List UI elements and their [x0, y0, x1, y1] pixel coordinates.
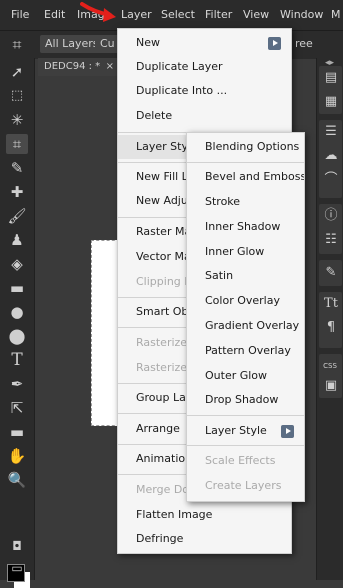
shape-tool-icon[interactable]: ▬ — [6, 422, 28, 442]
magic-wand-tool-icon[interactable]: ✳ — [6, 110, 28, 130]
character-icon[interactable]: Tt — [323, 296, 339, 312]
quick-mask-icon[interactable]: ◘ — [6, 536, 28, 556]
properties-icon[interactable]: ☷ — [323, 232, 339, 248]
submenu-item-create-layers[interactable]: Create Layers — [187, 474, 304, 498]
menu-more[interactable]: M — [331, 8, 341, 21]
stamp-tool-icon[interactable]: ♟ — [6, 230, 28, 250]
menu-item-duplicate-into[interactable]: Duplicate Into ... — [118, 79, 291, 103]
panel-group-brush: ✎ — [319, 260, 342, 286]
submenu-item-scale-effects[interactable]: Scale Effects — [187, 449, 304, 473]
right-panel: ◂▸ ▤ ▦ ☰ ☁ ⌒ ⓘ ☷ ✎ Tt ¶ CSS ▣ — [316, 58, 343, 580]
panel-group-layers: ☰ ☁ ⌒ — [319, 120, 342, 198]
screen-mode-icon[interactable]: ▭ — [6, 558, 28, 578]
gradient-tool-icon[interactable]: ▬ — [6, 278, 28, 298]
menu-item-duplicate-layer[interactable]: Duplicate Layer — [118, 55, 291, 79]
menu-separator — [187, 162, 304, 163]
menu-view[interactable]: View — [243, 8, 269, 21]
menu-item-label: New — [136, 36, 160, 49]
image-icon[interactable]: ▣ — [323, 378, 339, 394]
submenu-arrow-icon — [281, 425, 294, 438]
submenu-item-layer-style[interactable]: Layer Style — [187, 419, 304, 443]
crop-tool-icon[interactable]: ⌗ — [8, 36, 26, 54]
css-icon[interactable]: CSS — [321, 358, 339, 374]
paragraph-icon[interactable]: ¶ — [323, 320, 339, 336]
menu-item-label: Layer Style — [205, 424, 267, 437]
hand-tool-icon[interactable]: ✋ — [6, 446, 28, 466]
history-icon[interactable]: ▤ — [323, 70, 339, 86]
paths-icon[interactable]: ⌒ — [323, 172, 339, 188]
pen-tool-icon[interactable]: ✒ — [6, 374, 28, 394]
document-canvas[interactable] — [91, 240, 120, 426]
swatches-icon[interactable]: ▦ — [323, 94, 339, 110]
submenu-item-blending-options[interactable]: Blending Options — [187, 135, 304, 159]
panel-group-info: ⓘ ☷ — [319, 204, 342, 254]
panel-group-css: CSS ▣ — [319, 354, 342, 398]
document-tab[interactable]: DEDC94 : * × — [38, 58, 118, 76]
document-tab-label: DEDC94 : * — [44, 61, 101, 72]
eyedropper-tool-icon[interactable]: ✎ — [6, 158, 28, 178]
marquee-tool-icon[interactable]: ⬚ — [6, 86, 28, 106]
menu-item-defringe[interactable]: Defringe — [118, 527, 291, 551]
submenu-arrow-icon — [268, 37, 281, 50]
blur-tool-icon[interactable]: ● — [6, 302, 28, 322]
type-tool-icon[interactable]: T — [6, 350, 28, 370]
healing-brush-tool-icon[interactable]: ✚ — [6, 182, 28, 202]
move-tool-icon[interactable]: ➚ — [6, 62, 28, 82]
close-icon[interactable]: × — [106, 58, 114, 76]
menu-filter[interactable]: Filter — [205, 8, 232, 21]
menu-separator — [187, 445, 304, 446]
panel-group-history: ▤ ▦ — [319, 66, 342, 114]
menu-item-delete[interactable]: Delete — [118, 104, 291, 128]
menu-select[interactable]: Select — [161, 8, 195, 21]
crop-tool-icon[interactable]: ⌗ — [6, 134, 28, 154]
submenu-item-outer-glow[interactable]: Outer Glow — [187, 364, 304, 388]
option-cu[interactable]: Cu — [95, 35, 120, 53]
dodge-tool-icon[interactable]: ⬤ — [6, 326, 28, 346]
menu-file[interactable]: File — [11, 8, 29, 21]
submenu-item-stroke[interactable]: Stroke — [187, 190, 304, 214]
menu-window[interactable]: Window — [280, 8, 323, 21]
all-layers-toggle[interactable]: All Layers — [40, 35, 104, 53]
submenu-item-drop-shadow[interactable]: Drop Shadow — [187, 388, 304, 412]
submenu-item-inner-glow[interactable]: Inner Glow — [187, 240, 304, 264]
menu-layer[interactable]: Layer — [121, 8, 152, 21]
menu-separator — [187, 415, 304, 416]
layers-icon[interactable]: ☰ — [323, 124, 339, 140]
zoom-tool-icon[interactable]: 🔍 — [6, 470, 28, 490]
annotation-arrow-icon — [80, 2, 116, 22]
panel-group-type: Tt ¶ — [319, 292, 342, 348]
submenu-item-satin[interactable]: Satin — [187, 264, 304, 288]
tool-panel: ➚ ⬚ ✳ ⌗ ✎ ✚ 🖌 ♟ ◈ ▬ ● ⬤ T ✒ ⇱ ▬ ✋ 🔍 ◘ ▭ — [0, 58, 35, 588]
menu-bar: File Edit Image Layer Select Filter View… — [0, 0, 343, 30]
channels-icon[interactable]: ☁ — [323, 148, 339, 164]
layer-style-submenu: Blending Options Bevel and Emboss Stroke… — [186, 132, 305, 502]
menu-edit[interactable]: Edit — [44, 8, 65, 21]
submenu-item-pattern-overlay[interactable]: Pattern Overlay — [187, 339, 304, 363]
menu-item-new[interactable]: New — [118, 31, 291, 55]
brush-tool-icon[interactable]: 🖌 — [6, 206, 28, 226]
path-select-tool-icon[interactable]: ⇱ — [6, 398, 28, 418]
submenu-item-gradient-overlay[interactable]: Gradient Overlay — [187, 314, 304, 338]
menu-item-flatten-image[interactable]: Flatten Image — [118, 503, 291, 527]
submenu-item-bevel-emboss[interactable]: Bevel and Emboss — [187, 165, 304, 189]
option-free[interactable]: ree — [290, 35, 318, 53]
brush-settings-icon[interactable]: ✎ — [323, 265, 339, 281]
submenu-item-inner-shadow[interactable]: Inner Shadow — [187, 215, 304, 239]
info-icon[interactable]: ⓘ — [323, 208, 339, 224]
eraser-tool-icon[interactable]: ◈ — [6, 254, 28, 274]
submenu-item-color-overlay[interactable]: Color Overlay — [187, 289, 304, 313]
